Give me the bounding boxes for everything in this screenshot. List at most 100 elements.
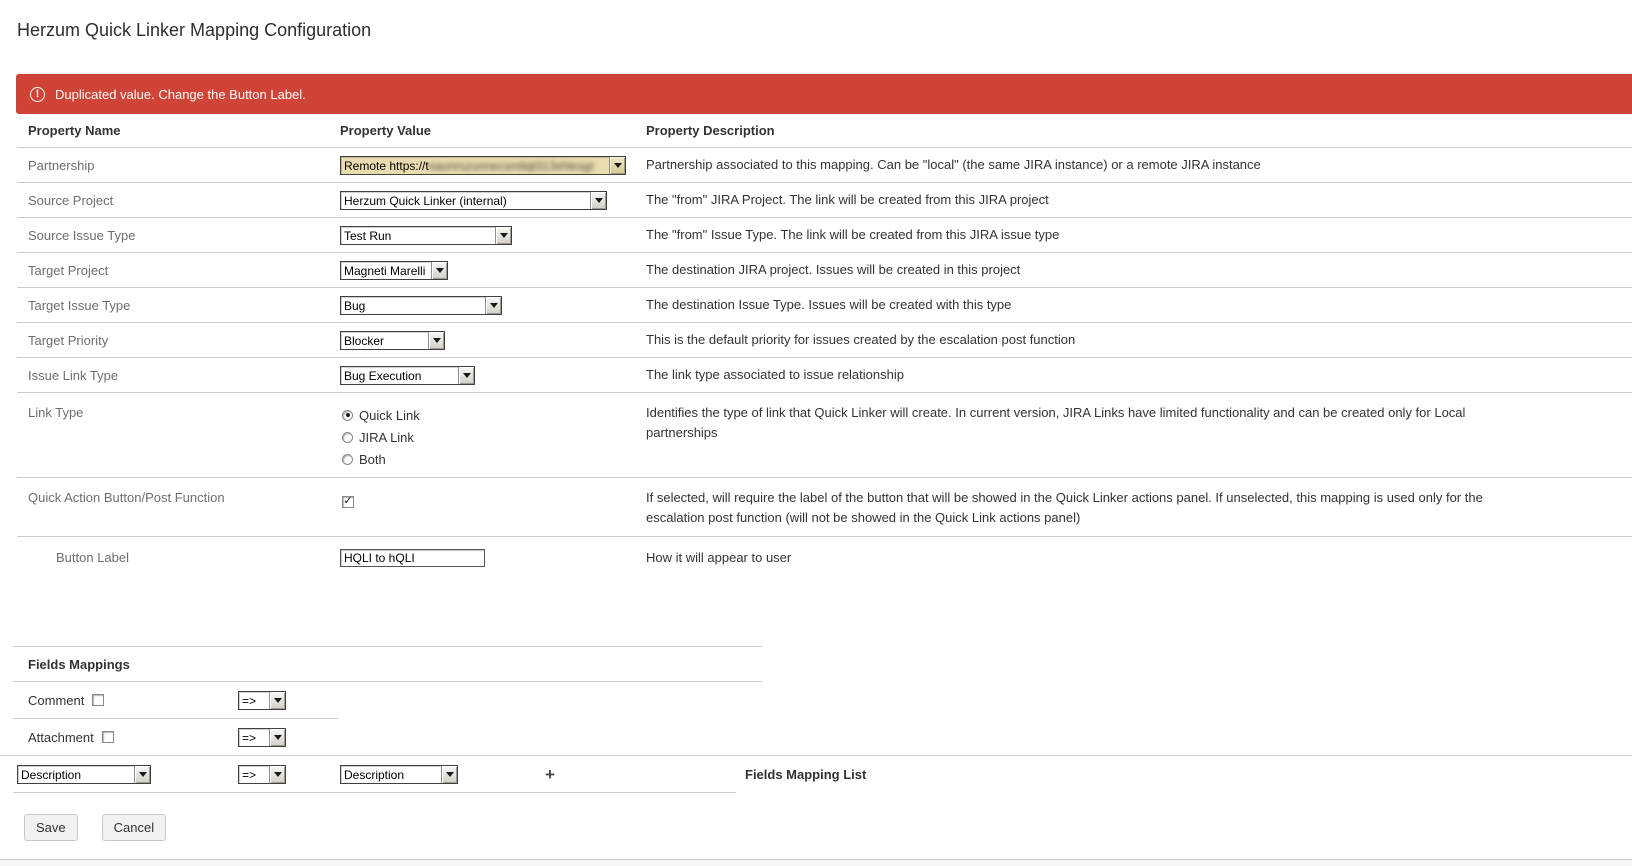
- error-banner-text: Duplicated value. Change the Button Labe…: [55, 87, 306, 102]
- error-circle-icon: !: [30, 87, 45, 102]
- property-row-issue-link-type: Issue Link Type Bug Execution The link t…: [17, 358, 1632, 393]
- button-label-input[interactable]: [340, 549, 485, 567]
- property-description: If selected, will require the label of t…: [646, 486, 1516, 528]
- property-row-button-label: Button Label How it will appear to user: [17, 537, 1632, 578]
- chevron-down-icon[interactable]: [269, 766, 285, 783]
- mapping-config-table: Property Name Property Value Property De…: [17, 114, 1632, 578]
- target-project-select-value: Magneti Marelli: [341, 262, 431, 279]
- partnership-redacted-value: eaunrszunnecsmliqt313xhlesgr: [429, 159, 594, 173]
- property-label: Source Issue Type: [17, 228, 340, 243]
- property-label: Target Issue Type: [17, 298, 340, 313]
- property-label: Source Project: [17, 193, 340, 208]
- partnership-select[interactable]: Remote https://teaunrszunnecsmliqt313xhl…: [340, 156, 626, 175]
- attachment-label: Attachment: [28, 730, 94, 745]
- property-label: Issue Link Type: [17, 368, 340, 383]
- source-issue-type-select[interactable]: Test Run: [340, 226, 512, 245]
- property-row-target-project: Target Project Magneti Marelli The desti…: [17, 253, 1632, 288]
- table-header-row: Property Name Property Value Property De…: [17, 114, 1632, 148]
- chevron-down-icon[interactable]: [269, 692, 285, 709]
- property-row-target-issue-type: Target Issue Type Bug The destination Is…: [17, 288, 1632, 323]
- header-property-name: Property Name: [17, 123, 340, 138]
- property-row-target-priority: Target Priority Blocker This is the defa…: [17, 323, 1632, 358]
- error-banner: ! Duplicated value. Change the Button La…: [16, 74, 1632, 114]
- target-project-select[interactable]: Magneti Marelli: [340, 261, 448, 280]
- issue-link-type-select-value: Bug Execution: [341, 367, 458, 384]
- property-description: How it will appear to user: [646, 548, 1516, 568]
- chevron-down-icon[interactable]: [458, 367, 474, 384]
- fields-mapping-row-custom: Description => Description + Fields Mapp…: [17, 756, 1632, 792]
- attachment-operator-select[interactable]: =>: [238, 728, 286, 747]
- property-label: Quick Action Button/Post Function: [17, 486, 340, 505]
- fields-mapping-row-comment: Comment =>: [17, 682, 1632, 718]
- target-field-select-value: Description: [341, 766, 441, 783]
- attachment-checkbox[interactable]: [102, 731, 114, 743]
- issue-link-type-select[interactable]: Bug Execution: [340, 366, 475, 385]
- fields-mapping-row-attachment: Attachment =>: [17, 719, 1632, 755]
- property-label: Link Type: [17, 401, 340, 420]
- property-label: Target Priority: [17, 333, 340, 348]
- comment-label: Comment: [28, 693, 84, 708]
- target-priority-select[interactable]: Blocker: [340, 331, 445, 350]
- source-field-select[interactable]: Description: [17, 765, 151, 784]
- chevron-down-icon[interactable]: [134, 766, 150, 783]
- plus-icon[interactable]: +: [545, 765, 555, 784]
- chevron-down-icon[interactable]: [609, 157, 625, 174]
- save-button[interactable]: Save: [24, 814, 78, 841]
- radio-jira-link[interactable]: [342, 432, 353, 443]
- property-description: This is the default priority for issues …: [646, 330, 1516, 350]
- radio-quick-link[interactable]: [342, 410, 353, 421]
- property-description: The destination JIRA project. Issues wil…: [646, 260, 1516, 280]
- property-description: The link type associated to issue relati…: [646, 365, 1516, 385]
- chevron-down-icon[interactable]: [428, 332, 444, 349]
- comment-checkbox[interactable]: [92, 694, 104, 706]
- property-row-quick-action: Quick Action Button/Post Function If sel…: [17, 478, 1632, 537]
- property-label: Button Label: [17, 550, 340, 565]
- source-field-select-value: Description: [18, 766, 134, 783]
- source-project-select[interactable]: Herzum Quick Linker (internal): [340, 191, 607, 210]
- chevron-down-icon[interactable]: [495, 227, 511, 244]
- operator-select-value: =>: [239, 729, 269, 746]
- chevron-down-icon[interactable]: [485, 297, 501, 314]
- radio-both[interactable]: [342, 454, 353, 465]
- radio-label: JIRA Link: [359, 430, 414, 445]
- property-description: The destination Issue Type. Issues will …: [646, 295, 1516, 315]
- property-label: Target Project: [17, 263, 340, 278]
- header-property-value: Property Value: [340, 123, 646, 138]
- quick-action-checkbox[interactable]: [342, 496, 354, 508]
- chevron-down-icon[interactable]: [269, 729, 285, 746]
- operator-select-value: =>: [239, 692, 269, 709]
- property-description: The "from" Issue Type. The link will be …: [646, 225, 1516, 245]
- property-row-source-project: Source Project Herzum Quick Linker (inte…: [17, 183, 1632, 218]
- partnership-select-value: Remote https://t: [344, 159, 429, 173]
- cancel-button[interactable]: Cancel: [102, 814, 166, 841]
- radio-label: Both: [359, 452, 386, 467]
- fields-mapping-list-title: Fields Mapping List: [745, 767, 866, 782]
- chevron-down-icon[interactable]: [590, 192, 606, 209]
- property-description: The "from" JIRA Project. The link will b…: [646, 190, 1516, 210]
- link-type-radio-group: Quick Link JIRA Link Both: [340, 401, 646, 469]
- radio-label: Quick Link: [359, 408, 420, 423]
- operator-select-value: =>: [239, 766, 269, 783]
- source-issue-type-select-value: Test Run: [341, 227, 495, 244]
- divider: [13, 792, 736, 793]
- target-priority-select-value: Blocker: [341, 332, 428, 349]
- property-row-source-issue-type: Source Issue Type Test Run The "from" Is…: [17, 218, 1632, 253]
- target-issue-type-select-value: Bug: [341, 297, 485, 314]
- header-property-description: Property Description: [646, 121, 1516, 141]
- fields-mappings-section: Fields Mappings Comment => Attachment =>: [17, 646, 1632, 793]
- page-title: Herzum Quick Linker Mapping Configuratio…: [17, 20, 1632, 41]
- chevron-down-icon[interactable]: [431, 262, 447, 279]
- target-issue-type-select[interactable]: Bug: [340, 296, 502, 315]
- fields-mappings-title: Fields Mappings: [17, 647, 1632, 681]
- target-field-select[interactable]: Description: [340, 765, 458, 784]
- property-row-link-type: Link Type Quick Link JIRA Link Both Iden…: [17, 393, 1632, 478]
- property-description: Partnership associated to this mapping. …: [646, 155, 1516, 175]
- source-project-select-value: Herzum Quick Linker (internal): [341, 192, 590, 209]
- page-bottom-divider: [0, 859, 1632, 866]
- property-row-partnership: Partnership Remote https://teaunrszunnec…: [17, 148, 1632, 183]
- chevron-down-icon[interactable]: [441, 766, 457, 783]
- property-description: Identifies the type of link that Quick L…: [646, 401, 1516, 443]
- property-label: Partnership: [17, 158, 340, 173]
- comment-operator-select[interactable]: =>: [238, 691, 286, 710]
- custom-operator-select[interactable]: =>: [238, 765, 286, 784]
